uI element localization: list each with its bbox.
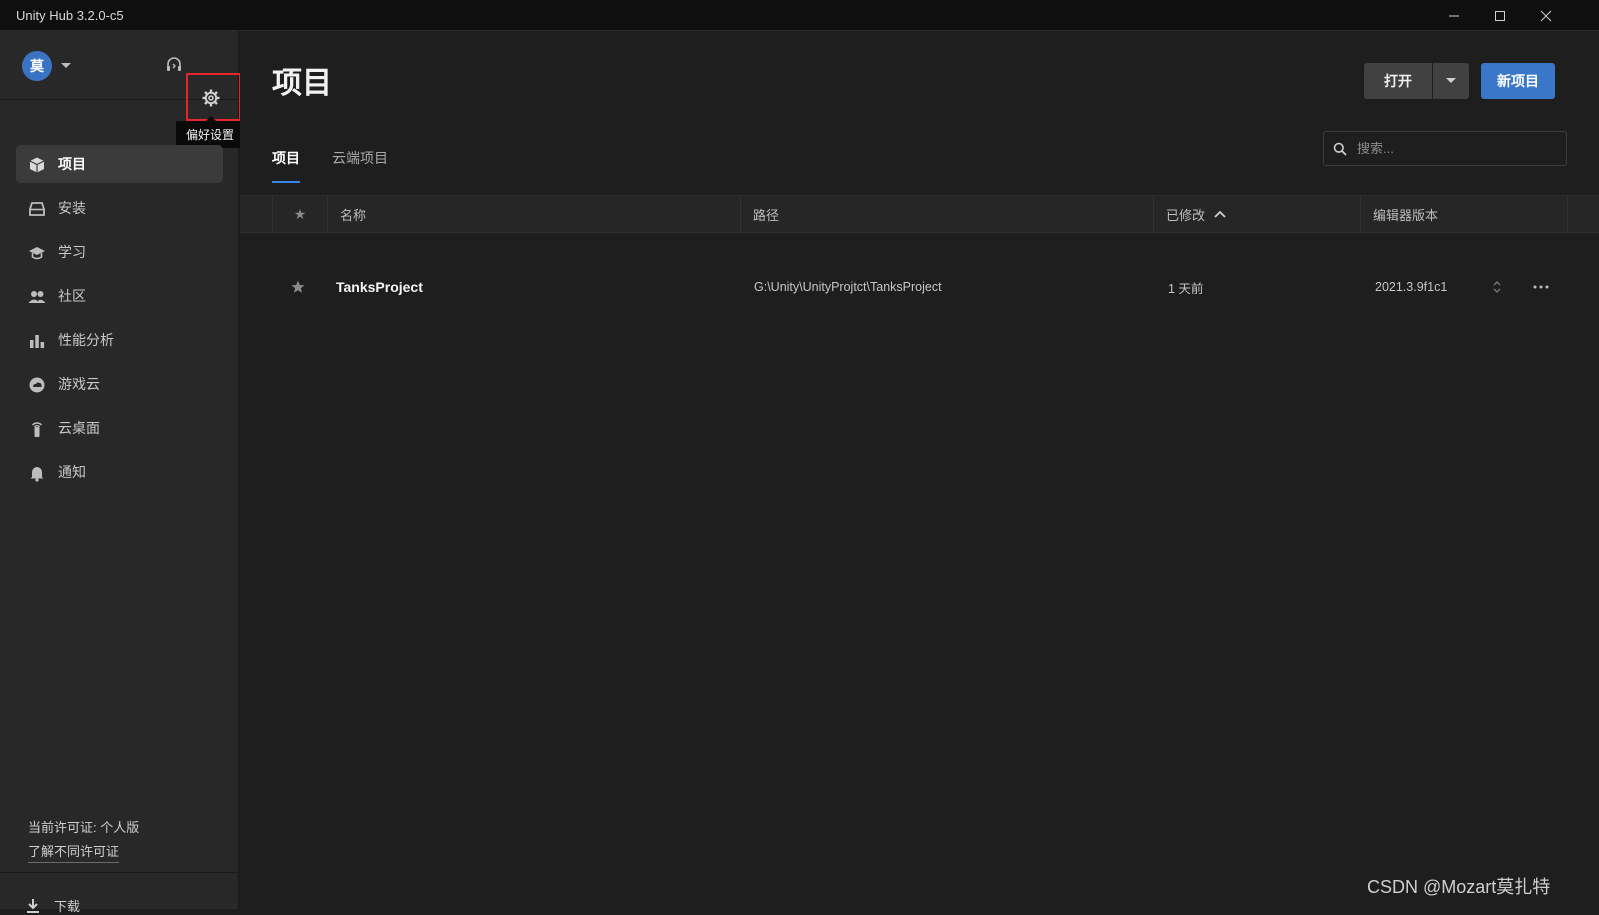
license-status: 当前许可证: 个人版 (28, 820, 140, 835)
sidebar-item-analytics[interactable]: 性能分析 (16, 321, 223, 359)
column-header-path[interactable]: 路径 (741, 196, 1154, 232)
downloads-label: 下载 (54, 899, 81, 914)
search-icon (1333, 142, 1347, 156)
sidebar-item-label: 学习 (58, 244, 86, 260)
graduation-cap-icon (29, 247, 45, 260)
project-name[interactable]: TanksProject (336, 267, 423, 307)
sidebar-divider (0, 872, 239, 873)
search-input[interactable] (1355, 140, 1559, 157)
search-box[interactable] (1323, 131, 1567, 166)
column-header-modified-label: 已修改 (1166, 207, 1206, 223)
project-modified: 1 天前 (1168, 281, 1204, 296)
sidebar-nav: 项目 安装 学习 社区 性能分析 游戏云 云桌面 通知 (16, 145, 223, 497)
sidebar-item-label: 社区 (58, 288, 86, 304)
watermark: CSDN @Mozart莫扎特 (1367, 877, 1551, 897)
people-icon (28, 291, 46, 303)
page-title: 项目 (272, 67, 332, 100)
column-header-modified[interactable]: 已修改 (1154, 196, 1361, 232)
open-button[interactable]: 打开 (1364, 63, 1432, 99)
project-path: G:\Unity\UnityProjtct\TanksProject (754, 280, 942, 294)
sidebar-item-label: 性能分析 (58, 332, 114, 348)
maximize-button[interactable] (1477, 0, 1523, 31)
tab-projects[interactable]: 项目 (272, 148, 300, 168)
column-header-name[interactable]: 名称 (328, 196, 741, 232)
new-project-button[interactable]: 新项目 (1481, 63, 1555, 99)
avatar[interactable]: 莫 (22, 51, 52, 81)
sort-ascending-icon (1214, 210, 1226, 218)
download-icon (27, 898, 39, 913)
sidebar-item-label: 游戏云 (58, 376, 100, 392)
main-panel: 项目 打开 新项目 项目 云端项目 ★ 名称 路径 已修改 编辑器版本 Tank… (240, 31, 1599, 909)
version-switch-button[interactable] (1492, 267, 1502, 307)
bar-chart-icon (30, 335, 45, 348)
chevron-down-icon (1446, 78, 1456, 83)
support-headset-icon[interactable] (165, 56, 183, 74)
star-icon: ★ (293, 205, 307, 222)
bell-icon (30, 467, 44, 482)
favorite-toggle[interactable] (286, 267, 310, 307)
tab-cloud-projects[interactable]: 云端项目 (332, 148, 388, 168)
sidebar-item-label: 云桌面 (58, 420, 100, 436)
more-options-button[interactable] (1533, 267, 1549, 307)
cube-icon (29, 157, 45, 173)
maximize-icon (1495, 10, 1505, 21)
sidebar: 莫 偏好设置 项目 安装 学习 社区 性能分析 游戏云 云桌面 通知 当前许可证… (0, 31, 244, 914)
sidebar-item-label: 通知 (58, 464, 86, 480)
license-info-link[interactable]: 了解不同许可证 (28, 841, 120, 863)
close-icon (1540, 10, 1552, 21)
sidebar-item-game-cloud[interactable]: 游戏云 (16, 365, 223, 403)
minimize-icon (1449, 15, 1459, 16)
sidebar-item-label: 安装 (58, 200, 86, 216)
antenna-icon (31, 422, 43, 437)
close-button[interactable] (1523, 0, 1569, 31)
title-bar: Unity Hub 3.2.0-c5 (0, 0, 1599, 31)
star-icon (291, 280, 305, 293)
install-drive-icon (29, 202, 45, 216)
chevron-down-icon[interactable] (61, 63, 71, 69)
active-tab-indicator (272, 181, 300, 183)
column-header-editor-version[interactable]: 编辑器版本 (1361, 196, 1568, 232)
preferences-tooltip: 偏好设置 (176, 116, 244, 148)
cloud-icon (29, 377, 45, 393)
project-editor-version: 2021.3.9f1c1 (1375, 280, 1448, 294)
more-horizontal-icon (1533, 285, 1549, 289)
column-header-favorite[interactable]: ★ (272, 196, 328, 232)
downloads-button[interactable]: 下载 (26, 896, 80, 915)
minimize-button[interactable] (1431, 0, 1477, 31)
table-header: ★ 名称 路径 已修改 编辑器版本 (240, 195, 1599, 233)
table-row[interactable]: TanksProject G:\Unity\UnityProjtct\Tanks… (240, 267, 1599, 307)
sidebar-item-learn[interactable]: 学习 (16, 233, 223, 271)
sidebar-item-projects[interactable]: 项目 (16, 145, 223, 183)
gear-icon[interactable] (201, 88, 221, 108)
sidebar-item-community[interactable]: 社区 (16, 277, 223, 315)
chevron-up-down-icon (1493, 281, 1501, 293)
open-dropdown-button[interactable] (1433, 63, 1469, 99)
sidebar-item-installs[interactable]: 安装 (16, 189, 223, 227)
sidebar-item-cloud-desktop[interactable]: 云桌面 (16, 409, 223, 447)
sidebar-item-label: 项目 (58, 156, 86, 172)
window-title: Unity Hub 3.2.0-c5 (16, 8, 124, 23)
sidebar-item-notifications[interactable]: 通知 (16, 453, 223, 491)
